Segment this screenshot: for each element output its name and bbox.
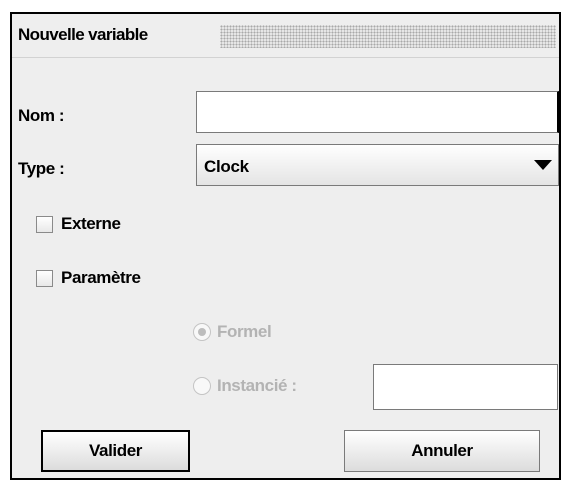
- formal-radio[interactable]: [193, 323, 211, 341]
- type-dropdown[interactable]: Clock: [196, 144, 559, 186]
- parameter-label: Paramètre: [61, 268, 141, 287]
- formal-radio-row[interactable]: Formel: [193, 322, 272, 342]
- title-bar[interactable]: Nouvelle variable: [12, 14, 559, 58]
- instantiated-radio[interactable]: [193, 377, 211, 395]
- name-label: Nom :: [18, 106, 65, 125]
- formal-label: Formel: [217, 322, 272, 341]
- name-input[interactable]: [196, 91, 559, 133]
- new-variable-dialog: Nouvelle variable Nom : Type : Clock Ext…: [10, 12, 561, 480]
- external-checkbox-row[interactable]: Externe: [36, 214, 121, 234]
- instantiated-input[interactable]: [373, 364, 558, 410]
- instantiated-label: Instancié :: [217, 376, 297, 395]
- drag-grip-icon[interactable]: [220, 25, 556, 48]
- parameter-checkbox[interactable]: [36, 269, 53, 287]
- instantiated-radio-row[interactable]: Instancié :: [193, 376, 297, 396]
- dialog-title: Nouvelle variable: [18, 25, 148, 44]
- type-label: Type :: [18, 159, 65, 178]
- parameter-checkbox-row[interactable]: Paramètre: [36, 268, 141, 288]
- external-checkbox[interactable]: [36, 215, 53, 233]
- external-label: Externe: [61, 214, 121, 233]
- validate-button[interactable]: Valider: [41, 430, 190, 472]
- chevron-down-icon: [534, 160, 552, 170]
- cancel-button[interactable]: Annuler: [344, 430, 540, 472]
- type-dropdown-value: Clock: [204, 157, 249, 176]
